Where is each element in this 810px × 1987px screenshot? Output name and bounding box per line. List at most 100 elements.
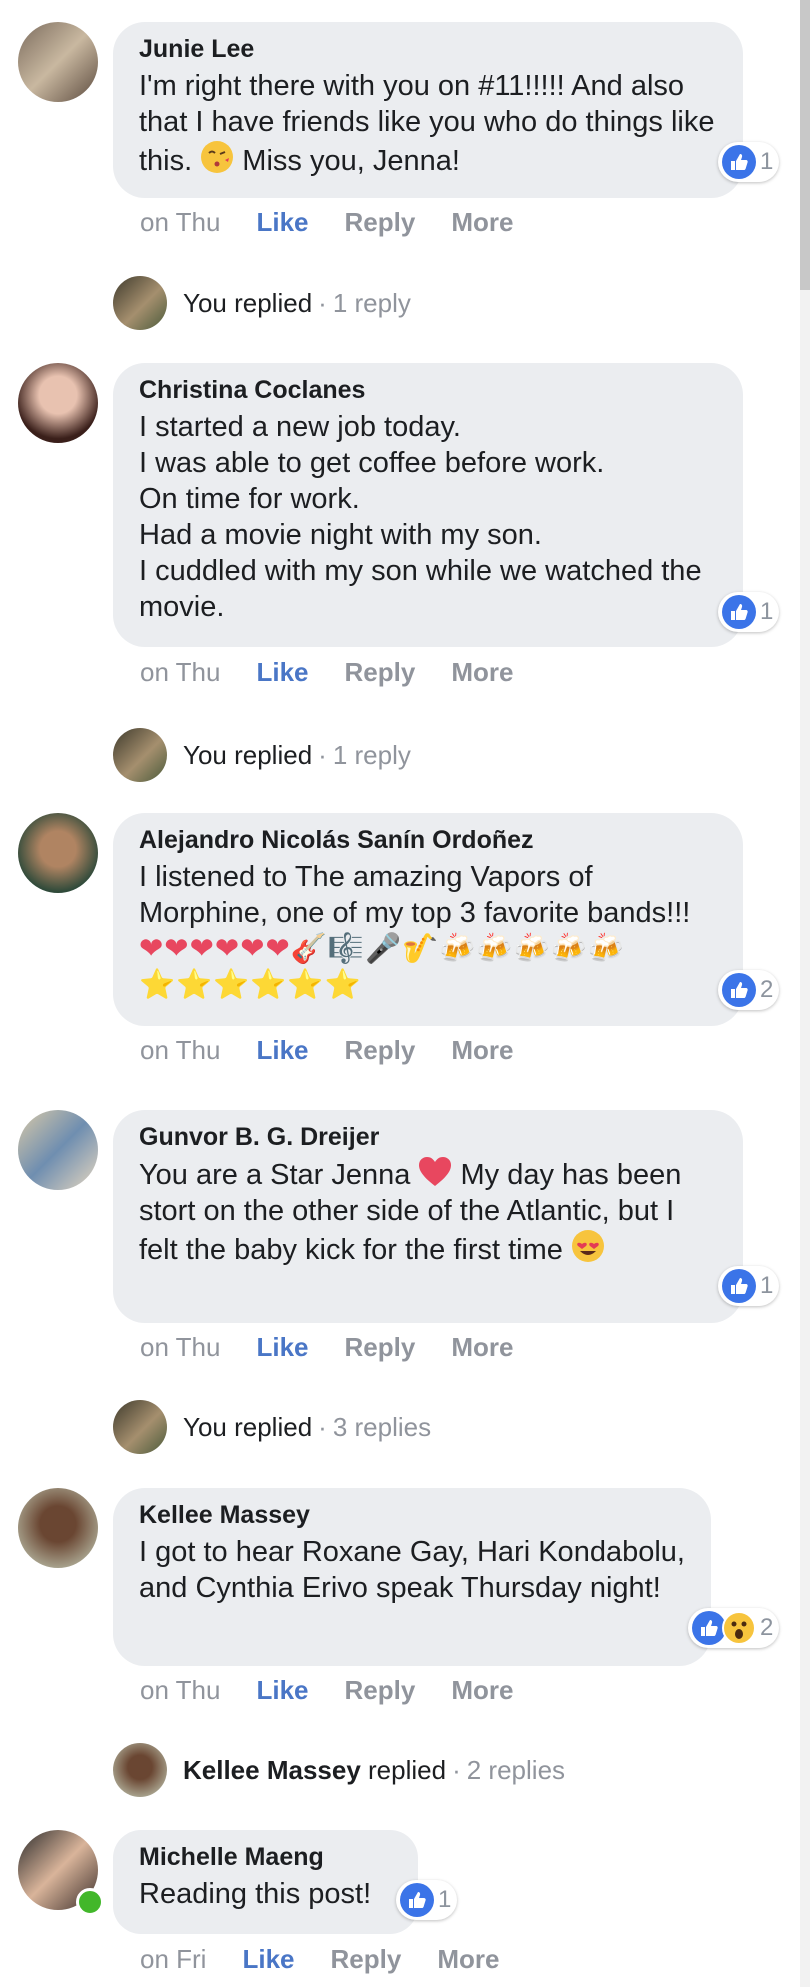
more-button[interactable]: More [451,1035,513,1065]
comment-text: You are a Star Jenna My day has been sto… [139,1156,717,1268]
comment-bubble: Kellee Massey I got to hear Roxane Gay, … [113,1488,711,1666]
reaction-summary[interactable]: 2 [688,1608,780,1648]
avatar-you [113,276,167,330]
avatar-kellee-massey[interactable] [18,1488,98,1568]
comment-author[interactable]: Christina Coclanes [139,375,717,405]
like-button[interactable]: Like [256,1675,308,1705]
wow-face-icon [722,1611,756,1645]
reaction-count: 1 [438,1886,452,1913]
comment-text: I'm right there with you on #11!!!!! And… [139,68,717,179]
comment-text: Reading this post! [139,1878,372,1910]
reply-button[interactable]: Reply [345,657,416,687]
reply-count: 1 reply [332,287,411,318]
reply-button[interactable]: Reply [331,1944,402,1974]
avatar-christina-coclanes[interactable] [18,363,98,443]
more-button[interactable]: More [451,1675,513,1705]
scrollbar-thumb[interactable] [800,0,810,290]
more-button[interactable]: More [451,657,513,687]
comment-author[interactable]: Gunvor B. G. Dreijer [139,1122,717,1152]
kissing-face-icon [201,141,234,173]
replies-link[interactable]: Kellee Massey replied · 2 replies [113,1743,565,1797]
comment-text-part: You are a Star Jenna [139,1159,419,1191]
replies-link[interactable]: You replied · 1 reply [113,728,411,782]
comment-actions: on Thu Like Reply More [140,1035,549,1065]
comment-time[interactable]: on Thu [140,1675,220,1705]
like-button[interactable]: Like [256,207,308,237]
more-button[interactable]: More [437,1944,499,1974]
scrollbar[interactable] [800,0,810,1987]
comment-actions: on Fri Like Reply More [140,1944,535,1974]
avatar-gunvor[interactable] [18,1110,98,1190]
reaction-summary[interactable]: 1 [718,142,780,182]
comment-time[interactable]: on Thu [140,657,220,687]
more-button[interactable]: More [451,207,513,237]
reply-count: 2 replies [466,1754,566,1785]
heart-eyes-face-icon [571,1230,604,1262]
comment-author[interactable]: Michelle Maeng [139,1842,392,1872]
comment-bubble: Alejandro Nicolás Sanín Ordoñez I listen… [113,813,743,1026]
reaction-count: 2 [760,1614,774,1641]
separator: · [318,1411,327,1442]
reaction-count: 1 [760,598,774,625]
replies-link[interactable]: You replied · 3 replies [113,1400,431,1454]
comment-time[interactable]: on Fri [140,1944,206,1974]
like-button[interactable]: Like [256,657,308,687]
reply-count: 1 reply [332,739,411,770]
avatar-you [113,728,167,782]
comment-author[interactable]: Junie Lee [139,34,717,64]
avatar-you [113,1400,167,1454]
reaction-count: 2 [760,976,774,1003]
comment-actions: on Thu Like Reply More [140,1332,549,1362]
avatar-junie-lee[interactable] [18,22,98,102]
emoji-string: ❤❤❤❤❤❤🎸🎼🎤🎷🍻🍻🍻🍻🍻⭐⭐⭐⭐⭐⭐ [139,933,625,1001]
replied-label: You replied [183,739,313,770]
like-button[interactable]: Like [256,1332,308,1362]
comment-bubble: Junie Lee I'm right there with you on #1… [113,22,743,198]
replied-label: You replied [183,287,313,318]
avatar-kellee-massey [113,1743,167,1797]
more-button[interactable]: More [451,1332,513,1362]
reply-button[interactable]: Reply [345,1035,416,1065]
reply-button[interactable]: Reply [345,207,416,237]
reply-button[interactable]: Reply [345,1675,416,1705]
comment-time[interactable]: on Thu [140,1332,220,1362]
separator: · [318,287,327,318]
comment-bubble: Gunvor B. G. Dreijer You are a Star Jenn… [113,1110,743,1323]
reaction-summary[interactable]: 2 [718,970,780,1010]
thumbs-up-icon [722,973,756,1007]
replies-link[interactable]: You replied · 1 reply [113,276,411,330]
comment-time[interactable]: on Thu [140,1035,220,1065]
thumbs-up-icon [722,145,756,179]
comment-text: I listened to The amazing Vapors of Morp… [139,859,717,1003]
comment-text: I started a new job today. I was able to… [139,411,702,623]
comment-text: I got to hear Roxane Gay, Hari Kondabolu… [139,1536,694,1604]
separator: · [452,1754,461,1785]
thumbs-up-icon [400,1883,434,1917]
comment-bubble: Christina Coclanes I started a new job t… [113,363,743,647]
comment-author[interactable]: Kellee Massey [139,1500,685,1530]
comment-bubble: Michelle Maeng Reading this post! [113,1830,418,1934]
reaction-summary[interactable]: 1 [718,592,780,632]
reply-count: 3 replies [332,1411,432,1442]
comment-text-part: I listened to The amazing Vapors of Morp… [139,861,699,929]
comment-actions: on Thu Like Reply More [140,207,549,237]
replied-label: You replied [183,1411,313,1442]
reaction-summary[interactable]: 1 [718,1266,780,1306]
replier-name[interactable]: Kellee Massey [183,1755,361,1786]
replied-label: replied [360,1754,447,1785]
thumbs-up-icon [722,595,756,629]
comment-text-part: Miss you, Jenna! [234,145,460,177]
heart-icon [419,1157,452,1186]
thumbs-up-icon [692,1611,726,1645]
separator: · [318,739,327,770]
avatar-alejandro[interactable] [18,813,98,893]
like-button[interactable]: Like [242,1944,294,1974]
comment-actions: on Thu Like Reply More [140,1675,549,1705]
comment-author[interactable]: Alejandro Nicolás Sanín Ordoñez [139,825,717,855]
reaction-count: 1 [760,1272,774,1299]
reply-button[interactable]: Reply [345,1332,416,1362]
thumbs-up-icon [722,1269,756,1303]
comment-time[interactable]: on Thu [140,207,220,237]
like-button[interactable]: Like [256,1035,308,1065]
reaction-summary[interactable]: 1 [396,1880,458,1920]
